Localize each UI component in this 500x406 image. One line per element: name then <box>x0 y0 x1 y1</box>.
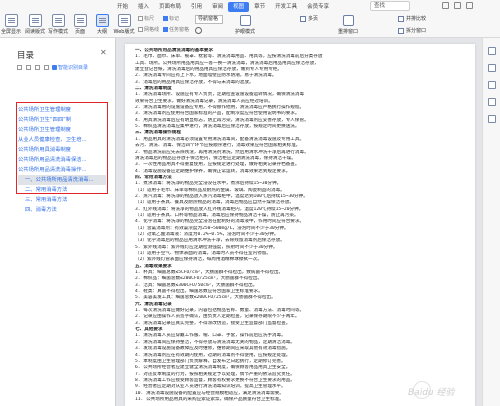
toc-tools <box>17 65 49 70</box>
cloud-icon[interactable] <box>442 2 449 9</box>
document-content: 一、公共场所用品清洗消毒的基本要求 1. 毛巾、面巾、床单、被罩、枕套等、清洗消毒… <box>135 48 465 403</box>
task-pane-label: 任务窗格 <box>169 27 190 33</box>
toc-item[interactable]: 二、常用消毒方法 <box>18 185 106 195</box>
ruler-label: 标尺 <box>144 16 155 22</box>
view-icon <box>117 14 131 27</box>
view-button-2[interactable]: 写作模式 <box>47 14 69 35</box>
expand-icon[interactable] <box>17 65 22 70</box>
document-area: 一、公共场所用品清洗消毒的基本要求 1. 毛巾、面巾、床单、被罩、枕套等、清洗消毒… <box>116 38 482 406</box>
toc-item[interactable]: 公共场所卫生管理制度 <box>18 125 106 135</box>
tab-3[interactable]: 引用 <box>186 2 207 12</box>
toc-panel: 目录 ✕ 智能识别目录 公共场所卫生管理制度 公共场所卫生“四四”制 公共场所卫生管… <box>0 38 116 406</box>
ribbon-tabs: 开始 插入 页面布局 引用 审阅 视图 章节 开发工具 会员专享 <box>112 1 334 13</box>
side-by-side-button[interactable]: 并排比较 <box>398 15 426 22</box>
checkbox-icon <box>163 16 168 21</box>
toc-item[interactable]: 公共场所用品清洗消毒保洁... <box>18 155 106 165</box>
eye-mode-button[interactable]: 护眼模式 <box>235 15 255 35</box>
checkbox-icon <box>138 16 143 21</box>
collapse-icon[interactable] <box>26 65 31 70</box>
view-icon <box>4 14 18 27</box>
toc-title: 目录 <box>17 51 35 61</box>
rearrange-label: 重排窗口 <box>338 29 359 35</box>
tab-0[interactable]: 开始 <box>112 2 133 12</box>
style-icon[interactable] <box>487 64 496 72</box>
marks-checkbox[interactable]: 标记 <box>163 15 179 22</box>
tab-5[interactable]: 视图 <box>228 2 250 12</box>
nav-pane-dropdown[interactable]: 导航窗格 <box>195 15 223 24</box>
document-page[interactable]: 一、公共场所用品清洗消毒的基本要求 1. 毛巾、面巾、床单、被罩、枕套等、清洗消毒… <box>125 44 475 406</box>
window-controls <box>442 2 473 9</box>
select-icon[interactable] <box>487 47 496 55</box>
view-label: Web版式 <box>113 29 135 35</box>
view-label: 写作模式 <box>47 29 68 35</box>
gridlines-checkbox[interactable]: 网格线 <box>138 26 159 33</box>
multi-page-label: 多页 <box>308 16 319 22</box>
view-button-4[interactable]: 大纲 <box>91 14 113 35</box>
view-button-5[interactable]: Web版式 <box>113 14 135 35</box>
split-window-button[interactable]: 拆分窗口 <box>398 27 426 34</box>
eye-mode-label: 护眼模式 <box>235 29 256 35</box>
checkbox-icon <box>138 27 143 32</box>
close-icon[interactable]: ✕ <box>100 48 107 57</box>
split-icon <box>398 27 404 34</box>
view-label: 大纲 <box>96 29 107 35</box>
tab-2[interactable]: 页面布局 <box>154 2 186 12</box>
more-icon[interactable] <box>44 65 49 70</box>
toc-item[interactable]: 四、消毒方法 <box>18 205 106 215</box>
tab-8[interactable]: 会员专享 <box>302 2 334 12</box>
edit-icon[interactable] <box>487 81 496 89</box>
view-button-3[interactable]: 页面 <box>69 14 91 35</box>
multi-page-button[interactable]: 多页 <box>300 15 318 22</box>
tab-1[interactable]: 插入 <box>133 2 154 12</box>
marks-label: 标记 <box>169 16 180 22</box>
view-button-0[interactable]: 全屏显示 <box>0 14 22 35</box>
gridlines-label: 网格线 <box>144 27 160 33</box>
view-icon <box>95 14 109 27</box>
tab-6[interactable]: 章节 <box>249 2 270 12</box>
rearrange-window-button[interactable]: 重排窗口 <box>338 15 358 35</box>
toc-item[interactable]: 三、常用消毒方法 <box>18 195 106 205</box>
view-label: 全屏显示 <box>0 29 21 35</box>
toc-list: 公共场所卫生管理制度 公共场所卫生“四四”制 公共场所卫生管理制度 从业人员健康检查、… <box>18 105 106 215</box>
share-icon[interactable] <box>454 2 461 9</box>
toc-item[interactable]: 公共场所卫生管理制度 <box>18 105 106 115</box>
toc-item[interactable]: 公共场所用具消毒制度 <box>18 145 106 155</box>
toc-item[interactable]: 公共场所用品清洗消毒操作... <box>18 165 106 175</box>
toc-item[interactable]: 公共场所卫生“四四”制 <box>18 115 106 125</box>
toc-item[interactable]: 一、公共场所用品清洗消毒... <box>18 175 106 185</box>
view-button-1[interactable]: 阅读版式 <box>24 14 46 35</box>
format-icon[interactable] <box>487 98 496 106</box>
smart-toc-button[interactable]: 智能识别目录 <box>52 64 88 71</box>
tab-7[interactable]: 开发工具 <box>270 2 302 12</box>
level-icon[interactable] <box>35 65 40 70</box>
split-window-label: 拆分窗口 <box>406 28 427 34</box>
watermark: Baidu 经验 <box>408 388 455 398</box>
eye-icon <box>239 15 251 26</box>
ruler-checkbox[interactable]: 标尺 <box>138 15 154 22</box>
toc-item[interactable]: 从业人员健康检查、卫生培... <box>18 135 106 145</box>
view-label: 阅读版式 <box>24 29 45 35</box>
checkbox-icon <box>163 27 168 32</box>
window-icon <box>342 15 354 26</box>
view-icon <box>73 14 87 27</box>
view-label: 页面 <box>74 29 85 35</box>
gear-icon[interactable] <box>195 27 202 34</box>
view-icon <box>28 14 42 27</box>
right-sidebar <box>482 38 500 406</box>
more-icon[interactable] <box>466 2 473 9</box>
compare-icon <box>398 15 404 22</box>
task-pane-checkbox[interactable]: 任务窗格 <box>163 26 189 33</box>
tools-icon[interactable] <box>487 115 496 123</box>
view-icon <box>51 14 65 27</box>
pages-icon <box>300 15 306 22</box>
search-input[interactable]: 查找 <box>370 1 410 11</box>
side-by-side-label: 并排比较 <box>406 16 427 22</box>
tab-4[interactable]: 审阅 <box>207 2 228 12</box>
ribbon-toolbar: 开始 插入 页面布局 引用 审阅 视图 章节 开发工具 会员专享 查找 全屏显示 阅读版式 写作模式… <box>0 0 500 38</box>
